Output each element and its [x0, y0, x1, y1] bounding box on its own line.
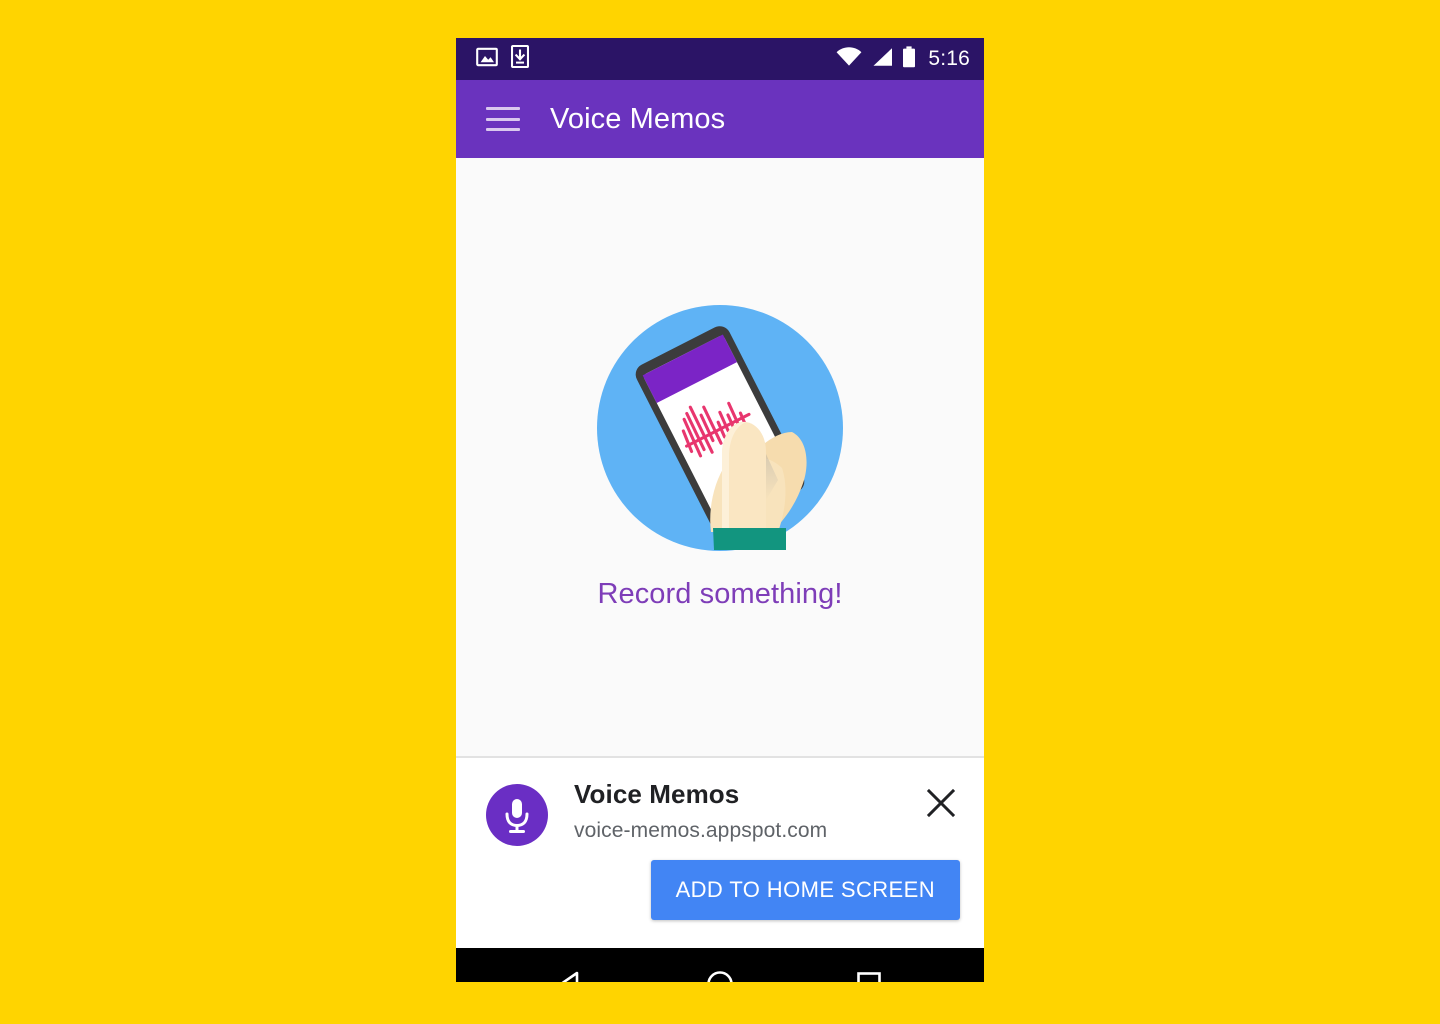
add-to-home-screen-banner: Voice Memos voice-memos.appspot.com ADD …: [456, 756, 984, 948]
cellular-signal-icon: [871, 47, 893, 72]
empty-state-message: Record something!: [597, 577, 843, 610]
add-to-home-screen-button[interactable]: ADD TO HOME SCREEN: [650, 860, 960, 920]
app-bar: Voice Memos: [456, 80, 984, 158]
phone-screen: 5:16 Voice Memos Record something! Voice…: [456, 38, 984, 982]
wifi-icon: [836, 46, 862, 72]
banner-header-row: Voice Memos voice-memos.appspot.com: [456, 758, 984, 846]
banner-app-name: Voice Memos: [574, 779, 740, 809]
hand: [710, 421, 807, 550]
menu-line-1: [486, 107, 520, 110]
banner-action-row: ADD TO HOME SCREEN: [456, 846, 984, 920]
close-icon[interactable]: [924, 786, 958, 820]
microphone-icon: [486, 784, 548, 846]
status-bar-clock: 5:16: [928, 47, 970, 70]
recents-square-icon[interactable]: [853, 968, 885, 982]
banner-text-group: Voice Memos voice-memos.appspot.com: [574, 780, 924, 843]
app-title: Voice Memos: [550, 102, 726, 135]
hand-holding-phone-recording-illustration: [596, 304, 844, 552]
download-icon: [510, 44, 530, 73]
android-navigation-bar: [456, 948, 984, 982]
back-triangle-icon[interactable]: [555, 968, 587, 982]
menu-line-3: [486, 128, 520, 131]
status-bar: 5:16: [456, 38, 984, 80]
battery-icon: [902, 45, 916, 73]
image-icon: [476, 46, 498, 73]
content-area: Record something!: [456, 158, 984, 756]
home-circle-icon[interactable]: [704, 968, 736, 982]
status-bar-notification-icons: [476, 44, 530, 73]
menu-line-2: [486, 117, 520, 121]
status-bar-system-icons: 5:16: [836, 45, 970, 73]
banner-app-url: voice-memos.appspot.com: [574, 818, 828, 842]
hamburger-menu-icon[interactable]: [486, 107, 520, 131]
